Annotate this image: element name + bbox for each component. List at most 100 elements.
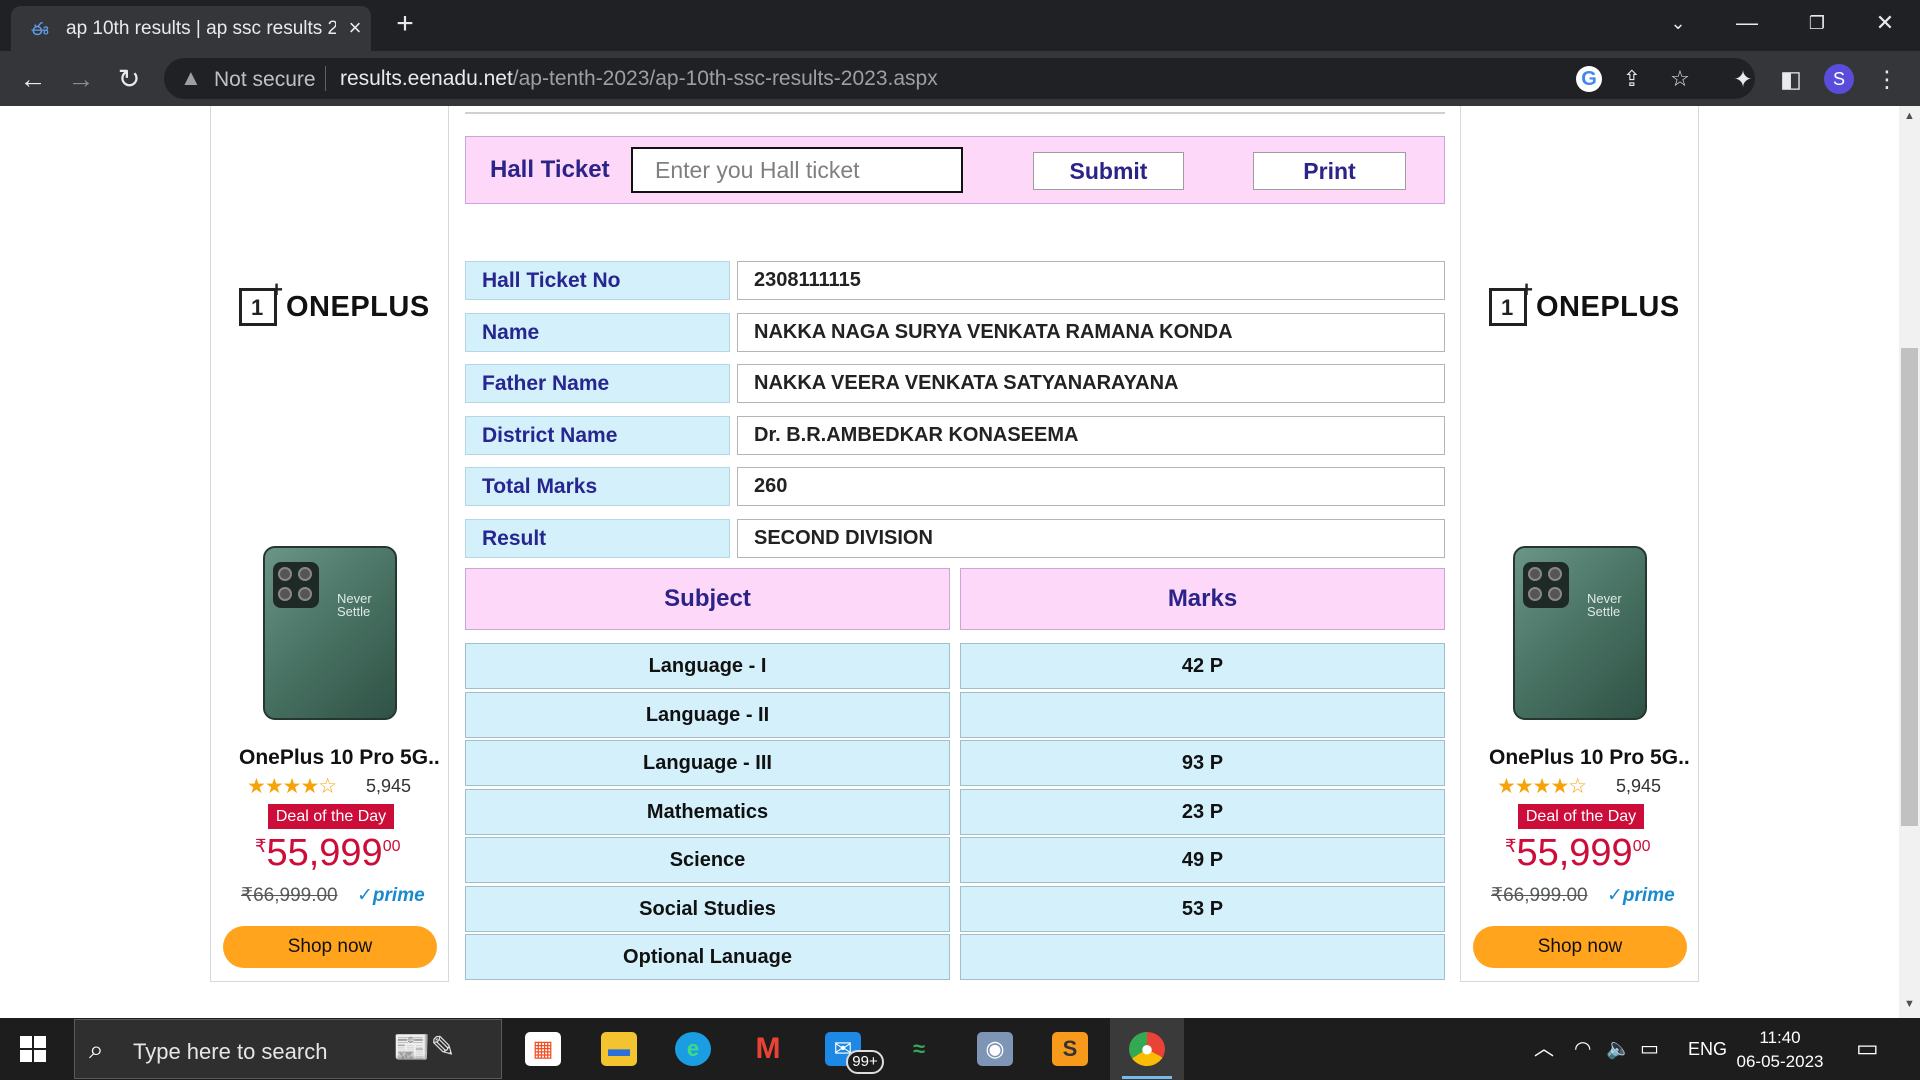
rating-stars-icon: ★★★★☆ bbox=[247, 775, 337, 798]
scroll-up-icon[interactable]: ▲ bbox=[1899, 110, 1920, 126]
tab-title: ap 10th results | ap ssc results 20 bbox=[66, 18, 336, 39]
detail-row: Father Name NAKKA VEERA VENKATA SATYANARA… bbox=[465, 364, 1445, 403]
share-icon[interactable]: ⇪ bbox=[1619, 66, 1645, 92]
left-ad[interactable]: 1 + ONEPLUS Never Settle OnePlus 10 Pro 5G… bbox=[210, 106, 449, 982]
language-indicator[interactable]: ENG bbox=[1688, 1037, 1727, 1061]
shop-now-button[interactable]: Shop now bbox=[1473, 926, 1687, 968]
product-name[interactable]: OnePlus 10 Pro 5G.. bbox=[239, 746, 440, 770]
mail-icon[interactable]: ✉ 99+ bbox=[806, 1018, 884, 1080]
hall-ticket-form: Hall Ticket Submit Print bbox=[465, 136, 1445, 204]
prime-logo: ✓prime bbox=[357, 885, 425, 906]
camera-module bbox=[273, 562, 319, 608]
rating-count: 5,945 bbox=[1616, 776, 1662, 796]
hall-ticket-label: Hall Ticket bbox=[490, 156, 610, 183]
scrollbar[interactable]: ▲ ▼ bbox=[1899, 106, 1920, 1018]
hall-ticket-input[interactable] bbox=[631, 147, 963, 193]
divider bbox=[465, 112, 1445, 114]
detail-label: Result bbox=[465, 518, 730, 558]
prime-logo: ✓prime bbox=[1607, 885, 1675, 906]
back-icon[interactable]: ← bbox=[16, 62, 50, 96]
restore-icon[interactable]: ❐ bbox=[1794, 6, 1840, 40]
oneplus-logo: 1 + ONEPLUS bbox=[1489, 277, 1680, 328]
subject-cell: Language - III bbox=[465, 740, 950, 786]
detail-label: Hall Ticket No bbox=[465, 261, 730, 300]
extensions-icon[interactable]: ✦ bbox=[1728, 64, 1758, 94]
old-price: ₹66,999.00 bbox=[241, 885, 338, 906]
detail-row: Hall Ticket No 2308111115 bbox=[465, 261, 1445, 300]
deal-badge: Deal of the Day bbox=[268, 804, 394, 829]
detail-value: SECOND DIVISION bbox=[737, 518, 1445, 558]
star-icon[interactable]: ☆ bbox=[1667, 66, 1693, 92]
chrome-icon[interactable]: ● bbox=[1110, 1018, 1184, 1080]
address-bar[interactable]: ▲ Not secure results.eenadu.net/ap-tenth… bbox=[164, 58, 1755, 99]
detail-value: NAKKA VEERA VENKATA SATYANARAYANA bbox=[737, 364, 1445, 403]
detail-row: District Name Dr. B.R.AMBEDKAR KONASEEMA bbox=[465, 415, 1445, 455]
new-tab-button[interactable]: + bbox=[390, 9, 420, 40]
battery-icon[interactable]: ▭ bbox=[1640, 1037, 1659, 1061]
profile-avatar[interactable]: S bbox=[1824, 64, 1854, 94]
results-panel: Hall Ticket Submit Print Hall Ticket No2… bbox=[465, 106, 1445, 1018]
edge-icon[interactable]: e bbox=[656, 1018, 730, 1080]
detail-label: Total Marks bbox=[465, 467, 730, 506]
detail-label: District Name bbox=[465, 415, 730, 455]
rating-count: 5,945 bbox=[366, 776, 412, 796]
detail-value: NAKKA NAGA SURYA VENKATA RAMANA KONDA bbox=[737, 312, 1445, 352]
subject-cell: Language - II bbox=[465, 691, 950, 738]
google-icon[interactable]: G bbox=[1576, 66, 1602, 92]
subject-cell: Science bbox=[465, 837, 950, 883]
warning-icon[interactable]: ▲ bbox=[180, 66, 202, 90]
app-icon[interactable]: ≈ bbox=[882, 1018, 956, 1080]
contacts-icon[interactable]: ◉ bbox=[958, 1018, 1032, 1080]
phone-image[interactable]: Never Settle bbox=[1513, 546, 1647, 720]
not-secure-label[interactable]: Not secure bbox=[214, 68, 316, 92]
mail-badge: 99+ bbox=[846, 1050, 884, 1074]
file-explorer-icon[interactable]: ▬ bbox=[582, 1018, 656, 1080]
detail-value: Dr. B.R.AMBEDKAR KONASEEMA bbox=[737, 415, 1445, 455]
search-placeholder: Type here to search bbox=[133, 1039, 328, 1064]
notifications-icon[interactable]: ▭ bbox=[1856, 1034, 1886, 1064]
marks-cell: 53 P bbox=[960, 885, 1445, 932]
submit-button[interactable]: Submit bbox=[1033, 152, 1184, 190]
forward-icon[interactable]: → bbox=[64, 62, 98, 96]
url-text[interactable]: results.eenadu.net/ap-tenth-2023/ap-10th… bbox=[340, 67, 938, 91]
oneplus-mark-icon: 1 + bbox=[1489, 277, 1533, 326]
window-close-icon[interactable]: ✕ bbox=[1862, 6, 1908, 40]
browser-tab[interactable]: ఈ ap 10th results | ap ssc results 20 × bbox=[11, 6, 371, 51]
detail-value: 260 bbox=[737, 467, 1445, 506]
shop-now-button[interactable]: Shop now bbox=[223, 926, 437, 968]
phone-image[interactable]: Never Settle bbox=[263, 546, 397, 720]
clock[interactable]: 11:40 06-05-2023 bbox=[1730, 1026, 1830, 1074]
subject-cell: Mathematics bbox=[465, 788, 950, 835]
show-hidden-icons-icon[interactable]: ︿ bbox=[1534, 1037, 1554, 1061]
deal-badge: Deal of the Day bbox=[1518, 804, 1644, 829]
taskbar-search[interactable]: ⌕ Type here to search 📰✎ bbox=[74, 1019, 502, 1079]
print-button[interactable]: Print bbox=[1253, 152, 1406, 190]
page-viewport: 1 + ONEPLUS Never Settle OnePlus 10 Pro 5G… bbox=[0, 106, 1899, 1018]
sublime-text-icon[interactable]: S bbox=[1033, 1018, 1107, 1080]
url-path: /ap-tenth-2023/ap-10th-ssc-results-2023.… bbox=[512, 67, 938, 90]
sidepanel-icon[interactable]: ◧ bbox=[1776, 64, 1806, 94]
news-widget-icon[interactable]: 📰✎ bbox=[393, 1030, 493, 1070]
subject-header: Subject bbox=[465, 568, 950, 630]
phone-text: Never Settle bbox=[337, 591, 372, 619]
taskbar: ⌕ Type here to search 📰✎ ▦ ▬ e M ✉ 99+ ≈ … bbox=[0, 1018, 1920, 1080]
minimize-icon[interactable]: — bbox=[1724, 6, 1770, 40]
subject-cell: Social Studies bbox=[465, 885, 950, 932]
volume-icon[interactable]: 🔈 bbox=[1606, 1037, 1631, 1061]
detail-label: Father Name bbox=[465, 364, 730, 403]
store-icon[interactable]: ▦ bbox=[506, 1018, 580, 1080]
scroll-thumb[interactable] bbox=[1901, 348, 1918, 826]
product-price: ₹55,99900 bbox=[1505, 832, 1651, 874]
menu-icon[interactable]: ⋮ bbox=[1872, 64, 1902, 94]
tab-search-icon[interactable]: ⌄ bbox=[1655, 6, 1701, 40]
product-name[interactable]: OnePlus 10 Pro 5G.. bbox=[1489, 746, 1690, 770]
wifi-icon[interactable]: ◠ bbox=[1574, 1037, 1591, 1061]
windows-start-icon[interactable] bbox=[20, 1036, 46, 1062]
scroll-down-icon[interactable]: ▼ bbox=[1899, 998, 1920, 1014]
date: 06-05-2023 bbox=[1736, 1052, 1824, 1071]
reload-icon[interactable]: ↻ bbox=[112, 62, 146, 96]
gmail-icon[interactable]: M bbox=[731, 1018, 805, 1080]
marks-header: Marks bbox=[960, 568, 1445, 630]
close-icon[interactable]: × bbox=[343, 16, 367, 40]
right-ad[interactable]: 1 + ONEPLUS Never Settle OnePlus 10 Pro 5G… bbox=[1460, 106, 1699, 982]
